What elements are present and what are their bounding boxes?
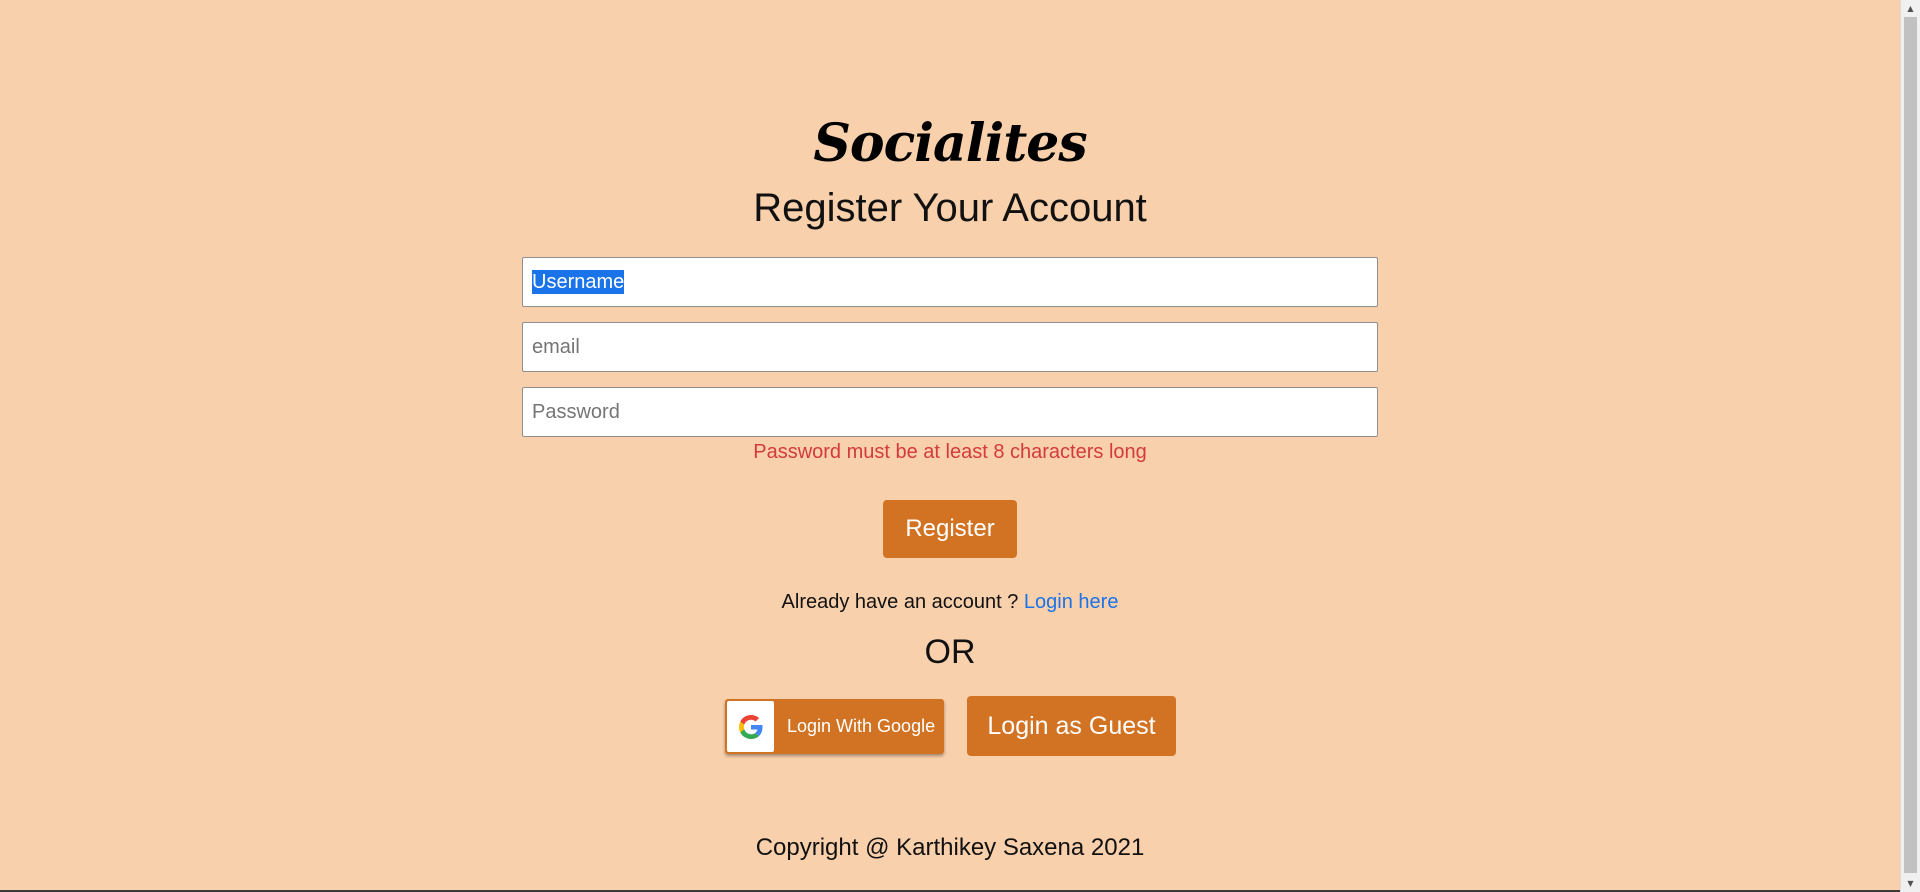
scroll-down-arrow-icon[interactable]: ▼ xyxy=(1901,875,1920,892)
password-field[interactable] xyxy=(522,387,1378,437)
register-button[interactable]: Register xyxy=(883,500,1017,558)
or-divider: OR xyxy=(924,633,976,671)
scroll-up-arrow-icon[interactable]: ▲ xyxy=(1901,0,1920,17)
scrollbar-thumb[interactable] xyxy=(1904,17,1917,873)
google-button-label: Login With Google xyxy=(787,716,936,736)
footer-copyright: Copyright @ Karthikey Saxena 2021 xyxy=(755,834,1145,861)
email-field[interactable] xyxy=(522,322,1378,372)
google-logo-icon xyxy=(727,701,774,752)
page-subtitle: Register Your Account xyxy=(753,186,1147,230)
page: Socialites Register Your Account Usernam… xyxy=(0,0,1900,892)
login-as-guest-button[interactable]: Login as Guest xyxy=(967,696,1176,756)
password-error-message: Password must be at least 8 characters l… xyxy=(753,441,1147,463)
login-prompt-text: Already have an account ? xyxy=(781,591,1019,613)
login-prompt-line: Already have an account ? Login here xyxy=(522,590,1378,614)
username-value: Username xyxy=(532,270,625,294)
login-here-link[interactable]: Login here xyxy=(1024,591,1119,613)
vertical-scrollbar[interactable]: ▲ ▼ xyxy=(1900,0,1920,892)
brand-title: Socialites xyxy=(813,113,1087,174)
login-with-google-button[interactable]: Login With Google xyxy=(725,699,944,754)
username-field[interactable]: Username xyxy=(522,257,1378,307)
